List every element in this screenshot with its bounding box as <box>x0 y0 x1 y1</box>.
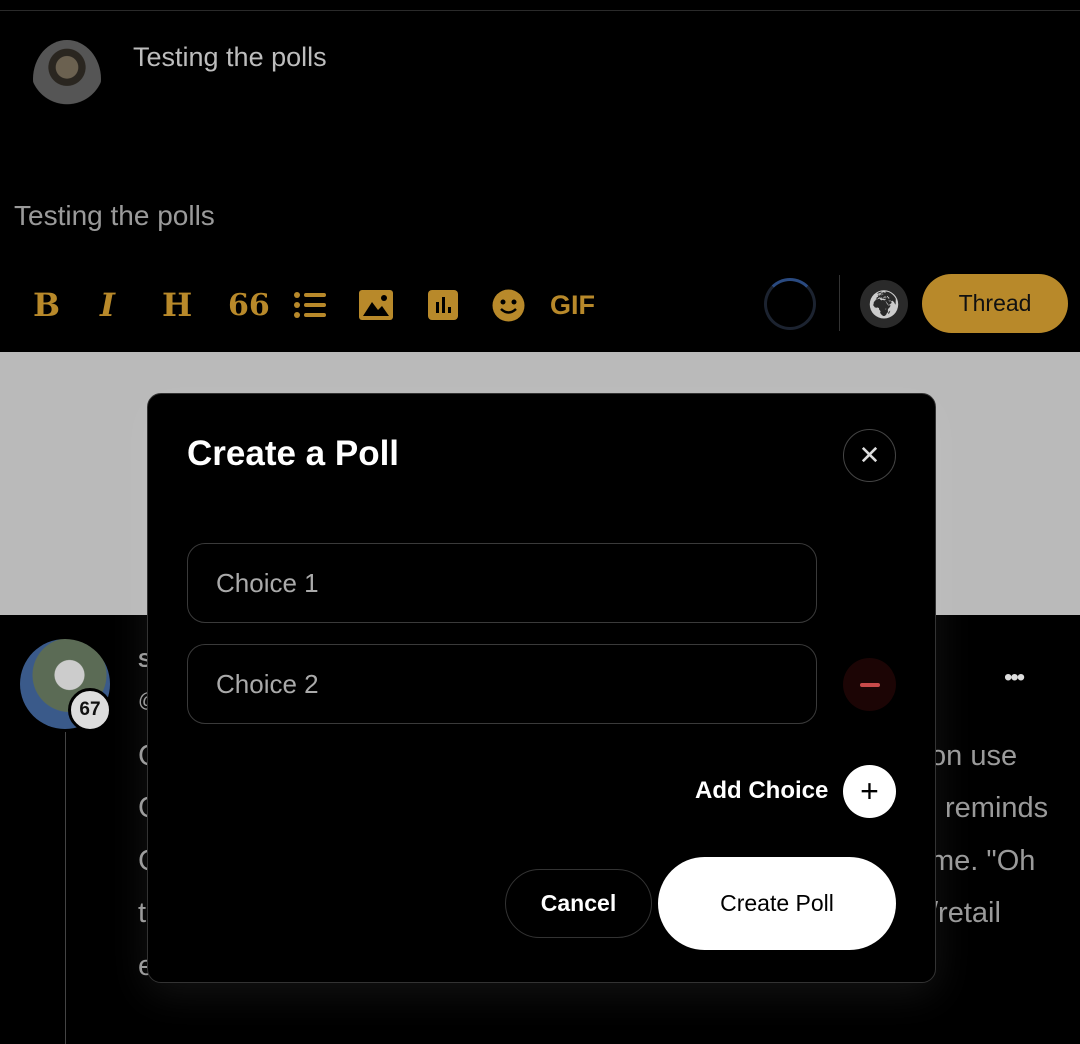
divider <box>0 10 1080 11</box>
level-badge: 67 <box>68 688 112 732</box>
post-text-fragment: /retail <box>930 897 1001 929</box>
create-poll-dialog: Create a Poll ✕ Add Choice + Cancel Crea… <box>147 393 936 983</box>
character-count-ring <box>764 278 816 330</box>
quote-button[interactable]: 66 <box>228 285 270 325</box>
add-choice-label[interactable]: Add Choice <box>695 777 828 805</box>
post-text-fragment: t <box>138 897 147 929</box>
dialog-title: Create a Poll <box>187 434 400 473</box>
image-icon <box>359 290 393 320</box>
choice-1-input[interactable] <box>187 543 817 623</box>
globe-icon: 🌍︎ <box>866 288 902 320</box>
list-icon <box>294 292 326 318</box>
more-options-icon[interactable]: ••• <box>1004 664 1025 692</box>
close-button[interactable]: ✕ <box>843 429 896 482</box>
choice-2-input[interactable] <box>187 644 817 724</box>
visibility-button[interactable]: 🌍︎ <box>860 280 908 328</box>
divider <box>839 275 840 331</box>
avatar[interactable] <box>33 40 101 118</box>
thread-line <box>65 732 66 1044</box>
italic-button[interactable]: I <box>100 285 115 325</box>
bold-button[interactable]: B <box>33 285 60 325</box>
heading-button[interactable]: H <box>162 285 192 325</box>
emoji-icon <box>492 289 525 321</box>
create-poll-button[interactable]: Create Poll <box>658 857 896 950</box>
add-choice-button[interactable]: + <box>843 765 896 818</box>
post-body-editor[interactable]: Testing the polls <box>14 200 215 232</box>
emoji-button[interactable] <box>492 285 525 325</box>
remove-choice-button[interactable] <box>843 658 896 711</box>
poll-icon <box>428 290 458 320</box>
post-text-fragment: on use <box>930 740 1018 772</box>
minus-icon <box>859 682 880 687</box>
thread-button[interactable]: Thread <box>922 274 1068 333</box>
image-button[interactable] <box>359 285 393 325</box>
plus-icon: + <box>860 773 879 809</box>
post-text-fragment: me. "Oh <box>930 845 1036 877</box>
cancel-button[interactable]: Cancel <box>505 869 652 938</box>
post-title: Testing the polls <box>133 42 327 72</box>
poll-button[interactable] <box>428 285 458 325</box>
list-button[interactable] <box>293 285 327 325</box>
post-text-fragment: reminds <box>945 792 1049 824</box>
close-icon: ✕ <box>858 440 881 470</box>
gif-button[interactable]: GIF <box>550 285 595 325</box>
